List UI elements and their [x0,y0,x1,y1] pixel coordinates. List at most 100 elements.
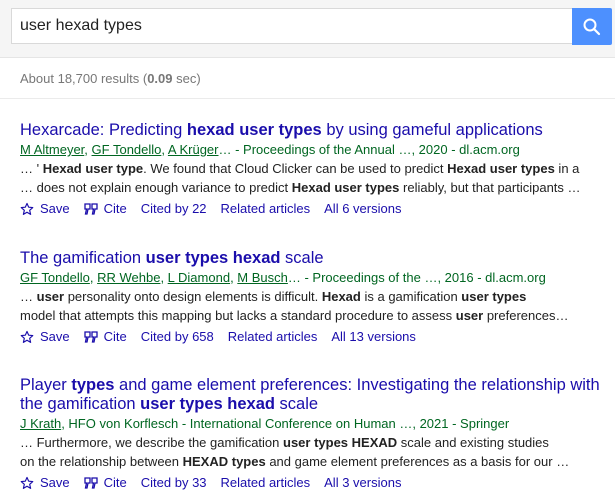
result-authors: M Altmeyer, GF Tondello, A Krüger… - Pro… [20,141,615,159]
result-title-link[interactable]: The gamification user types hexad scale [20,249,615,268]
cite-button[interactable]: Cite [83,327,127,347]
snippet-text: Hexad user types [447,161,555,176]
title-text: scale [280,249,324,267]
cite-label: Cite [103,475,127,490]
related-articles-link[interactable]: Related articles [228,327,318,347]
snippet-text: and game element preferences as a basis … [265,454,570,469]
snippet-text: Hexad [321,289,361,304]
author-link[interactable]: GF Tondello [20,270,90,285]
result-snippet: model that attempts this mapping but lac… [20,306,615,325]
author-link[interactable]: RR Wehbe [97,270,160,285]
cited-by-link[interactable]: Cited by 658 [141,327,214,347]
cite-label: Cite [103,329,127,344]
search-header [0,0,615,58]
snippet-text: . We found that Cloud Clicker can be use… [143,161,448,176]
author-link[interactable]: M Altmeyer [20,142,84,157]
result-actions: Save Cite Cited by 22 Related articles All 6… [20,199,615,219]
result-snippet: … Furthermore, we describe the gamificat… [20,433,615,452]
title-text: hexad user types [186,121,322,139]
result-item: Hexarcade: Predicting hexad user types b… [20,121,615,219]
snippet-text: HEXAD types [182,454,266,469]
result-snippet: on the relationship between HEXAD types … [20,452,615,471]
publication-info: … - Proceedings of the …, 2016 - dl.acm.… [287,270,546,285]
publication-info: , [84,142,92,157]
snippet-text: reliably, but that participants … [399,180,581,195]
stats-prefix: About 18,700 results ( [20,71,148,86]
quote-icon [83,477,98,489]
save-button[interactable]: Save [20,327,70,347]
star-icon [20,330,34,344]
title-text: types [71,376,115,394]
result-actions: Save Cite Cited by 33 Related articles All 3… [20,473,615,493]
publication-info: … - Proceedings of the Annual …, 2020 - … [218,142,520,157]
title-text: user types hexad [145,249,281,267]
title-text: the gamification [20,395,141,413]
related-articles-link[interactable]: Related articles [221,199,311,219]
search-icon [583,18,601,35]
snippet-text: scale and existing studies [397,435,549,450]
title-text: scale [274,395,319,413]
save-label: Save [40,475,70,490]
snippet-text: preferences… [483,308,569,323]
cited-by-link[interactable]: Cited by 33 [141,473,207,493]
search-button[interactable] [572,8,612,45]
snippet-text: … [20,289,37,304]
stats-suffix: sec) [172,71,201,86]
author-link[interactable]: L Diamond [168,270,230,285]
result-authors: J Krath, HFO von Korflesch - Internation… [20,415,615,433]
all-versions-link[interactable]: All 13 versions [331,327,416,347]
author-link[interactable]: GF Tondello [92,142,162,157]
divider [0,98,615,99]
author-link[interactable]: A Krüger [168,142,219,157]
result-title-link[interactable]: Player types and game element preference… [20,376,615,414]
related-articles-link[interactable]: Related articles [221,473,311,493]
quote-icon [83,331,98,343]
save-label: Save [40,329,70,344]
snippet-text: user [455,308,484,323]
title-text: and game element preferences: Investigat… [114,376,600,394]
result-snippet: … ' Hexad user type. We found that Cloud… [20,159,615,178]
snippet-text: … does not explain enough variance to pr… [20,180,292,195]
result-snippet: … user personality onto design elements … [20,287,615,306]
title-text: by using gameful applications [321,121,543,139]
snippet-text: Hexad user type [42,161,144,176]
snippet-text: user types HEXAD [283,435,398,450]
result-item: The gamification user types hexad scale G… [20,249,615,347]
author-link[interactable]: M Busch [237,270,288,285]
publication-info: , [160,270,168,285]
cited-by-link[interactable]: Cited by 22 [141,199,207,219]
result-title-link[interactable]: Hexarcade: Predicting hexad user types b… [20,121,615,140]
stats-time: 0.09 [147,71,173,86]
all-versions-link[interactable]: All 3 versions [324,473,401,493]
cite-label: Cite [103,201,127,216]
snippet-text: personality onto design elements is diff… [64,289,322,304]
snippet-text: model that attempts this mapping but lac… [20,308,456,323]
snippet-text: is a gamification [360,289,462,304]
title-text: Player [20,376,72,394]
result-item: Player types and game element preference… [20,376,615,493]
title-text: user types hexad [140,395,275,413]
cite-button[interactable]: Cite [83,473,127,493]
snippet-text: … ' [20,161,43,176]
result-authors: GF Tondello, RR Wehbe, L Diamond, M Busc… [20,269,615,287]
result-snippet: … does not explain enough variance to pr… [20,178,615,197]
search-box[interactable] [11,8,572,44]
snippet-text: … Furthermore, we describe the gamificat… [20,435,283,450]
search-input[interactable] [12,9,560,43]
snippet-text: in a [554,161,580,176]
title-text: The gamification [20,249,146,267]
result-actions: Save Cite Cited by 658 Related articles All … [20,327,615,347]
author-link[interactable]: J Krath [20,416,61,431]
quote-icon [83,203,98,215]
save-label: Save [40,201,70,216]
star-icon [20,476,34,490]
snippet-text: on the relationship between [20,454,183,469]
results-stats: About 18,700 results (0.09 sec) [20,71,201,86]
snippet-text: Hexad user types [291,180,400,195]
title-text: Hexarcade: Predicting [20,121,187,139]
star-icon [20,202,34,216]
save-button[interactable]: Save [20,199,70,219]
cite-button[interactable]: Cite [83,199,127,219]
save-button[interactable]: Save [20,473,70,493]
all-versions-link[interactable]: All 6 versions [324,199,401,219]
